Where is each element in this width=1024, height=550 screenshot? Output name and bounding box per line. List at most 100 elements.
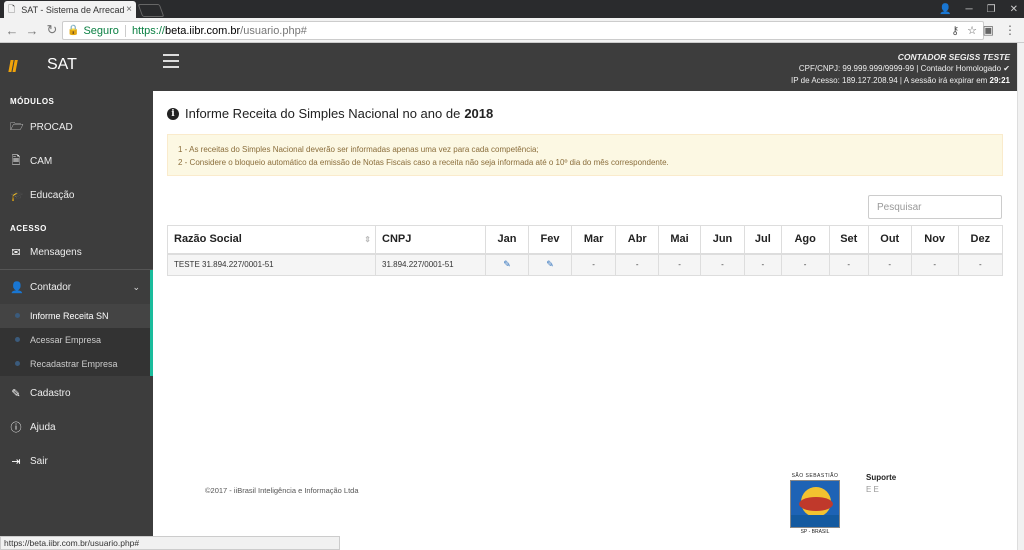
warning-alert: 1 - As receitas do Simples Nacional deve… xyxy=(167,134,1003,176)
contador-submenu: Informe Receita SN Acessar Empresa Recad… xyxy=(0,304,153,376)
user-document: CPF/CNPJ: 99.999.999/9999-99 | Contador … xyxy=(798,64,1010,73)
edit-icon: ✎ xyxy=(11,387,21,400)
sidebar-item-cam[interactable]: 🗎 CAM xyxy=(0,144,153,178)
sidebar-item-label: Mensagens xyxy=(30,246,82,258)
cell-jul: - xyxy=(744,253,782,276)
close-window-button[interactable]: ✕ xyxy=(1010,4,1018,15)
main-content: i Informe Receita do Simples Nacional no… xyxy=(153,91,1017,550)
sidebar: ıı SAT MÓDULOS 🗁 PROCAD 🗎 CAM 🎓 Educação… xyxy=(0,43,153,550)
hamburger-menu-icon[interactable] xyxy=(163,54,179,68)
browser-tab[interactable]: 🗋 SAT - Sistema de Arrecad × xyxy=(4,1,136,18)
file-pdf-icon: 🗎 xyxy=(11,154,21,167)
user-info: CONTADOR SEGISS TESTE CPF/CNPJ: 99.999.9… xyxy=(791,51,1010,87)
table-header-row: Razão Social ⇕ CNPJ Jan Fev Mar Abr Mai J… xyxy=(167,225,1004,255)
edit-fev-pencil-icon[interactable]: ✎ xyxy=(528,253,572,276)
sidebar-item-ajuda[interactable]: ⓘ Ajuda xyxy=(0,410,153,444)
page-scrollbar[interactable] xyxy=(1017,43,1024,550)
app-topbar: CONTADOR SEGISS TESTE CPF/CNPJ: 99.999.9… xyxy=(153,43,1024,91)
cell-razao-social: TESTE 31.894.227/0001-51 xyxy=(167,253,376,276)
section-acesso: ACESSO xyxy=(10,224,47,233)
sidebar-item-label: CAM xyxy=(30,155,53,167)
browser-status-url: https://beta.iibr.com.br/usuario.php# xyxy=(0,536,340,550)
sidebar-item-educacao[interactable]: 🎓 Educação xyxy=(0,178,153,212)
sidebar-item-contador[interactable]: 👤 Contador ⌄ xyxy=(0,270,153,304)
col-fev: Fev xyxy=(528,225,572,255)
cell-set: - xyxy=(828,253,869,276)
col-mar: Mar xyxy=(570,225,617,255)
sidebar-item-label: Educação xyxy=(30,189,75,201)
sidebar-item-sair[interactable]: ⇥ Sair xyxy=(0,444,153,478)
info-icon: i xyxy=(167,107,179,120)
table-row: TESTE 31.894.227/0001-51 31.894.227/0001… xyxy=(167,253,1004,276)
back-button[interactable]: ← xyxy=(2,23,22,38)
col-out: Out xyxy=(867,225,912,255)
submenu-item-informe-receita[interactable]: Informe Receita SN xyxy=(0,304,150,328)
logo-icon: ıı xyxy=(8,52,18,77)
col-razao-social[interactable]: Razão Social ⇕ xyxy=(167,225,376,255)
extension-icon[interactable]: ▣ xyxy=(983,23,994,37)
new-tab-button[interactable] xyxy=(137,4,165,17)
edit-jan-pencil-icon[interactable]: ✎ xyxy=(485,253,529,276)
brand-name: SAT xyxy=(47,56,77,73)
url-path: /usuario.php# xyxy=(240,24,307,37)
brand[interactable]: ıı SAT xyxy=(0,43,153,87)
page-icon: 🗋 xyxy=(8,3,16,14)
forward-button[interactable]: → xyxy=(22,23,42,38)
cell-cnpj: 31.894.227/0001-51 xyxy=(375,253,486,276)
key-icon[interactable]: ⚷ xyxy=(951,24,959,37)
user-name: CONTADOR SEGISS TESTE xyxy=(897,52,1010,62)
folder-open-icon: 🗁 xyxy=(10,120,24,133)
col-jun: Jun xyxy=(699,225,746,255)
address-bar: ← → ↻ 🔒 Seguro https:// beta.iibr.com.br… xyxy=(0,18,1024,43)
browser-tabbar: 🗋 SAT - Sistema de Arrecad × 👤 ─ ❐ ✕ xyxy=(0,0,1024,18)
sign-out-icon: ⇥ xyxy=(11,455,21,468)
cell-out: - xyxy=(867,253,912,276)
secure-label: Seguro xyxy=(83,24,126,37)
col-cnpj: CNPJ xyxy=(375,225,486,255)
support-links[interactable]: E E xyxy=(866,485,879,494)
reload-button[interactable]: ↻ xyxy=(42,22,62,38)
alert-line-2: 2 - Considere o bloqueio automático da e… xyxy=(178,158,669,167)
alert-line-1: 1 - As receitas do Simples Nacional deve… xyxy=(178,145,539,154)
cell-mar: - xyxy=(570,253,617,276)
minimize-button[interactable]: ─ xyxy=(966,4,973,15)
session-info: IP de Acesso: 189.127.208.94 | A sessão … xyxy=(791,75,1010,87)
sidebar-item-cadastro[interactable]: ✎ Cadastro xyxy=(0,376,153,410)
submenu-item-acessar-empresa[interactable]: Acessar Empresa xyxy=(0,328,150,352)
cell-abr: - xyxy=(615,253,660,276)
page-title-text: Informe Receita do Simples Nacional no a… xyxy=(185,106,461,121)
sidebar-item-mensagens[interactable]: ✉ Mensagens xyxy=(0,235,153,269)
cell-jun: - xyxy=(699,253,746,276)
sidebar-item-label: Cadastro xyxy=(30,387,71,399)
sidebar-item-label: Sair xyxy=(30,455,48,467)
cell-dez: - xyxy=(957,253,1004,276)
tab-title: SAT - Sistema de Arrecad xyxy=(21,4,125,15)
ip-info: IP de Acesso: 189.127.208.94 | A sessão … xyxy=(791,76,990,85)
seal-emblem xyxy=(790,480,840,528)
city-seal-logo: SÃO SEBASTIÃO SP - BRASIL xyxy=(789,473,841,539)
col-mai: Mai xyxy=(658,225,701,255)
revenue-table: Razão Social ⇕ CNPJ Jan Fev Mar Abr Mai J… xyxy=(167,225,1004,276)
url-scheme: https:// xyxy=(131,24,165,37)
maximize-button[interactable]: ❐ xyxy=(987,4,996,15)
browser-menu-icon[interactable]: ⋮ xyxy=(1004,23,1016,37)
profile-icon[interactable]: 👤 xyxy=(939,4,951,15)
bookmark-star-icon[interactable]: ☆ xyxy=(967,24,977,37)
url-input[interactable]: 🔒 Seguro https:// beta.iibr.com.br /usua… xyxy=(62,21,984,40)
url-host: beta.iibr.com.br xyxy=(164,24,241,37)
col-set: Set xyxy=(828,225,869,255)
page-title: i Informe Receita do Simples Nacional no… xyxy=(167,106,493,121)
submenu-item-recadastrar-empresa[interactable]: Recadastrar Empresa xyxy=(0,352,150,376)
col-jan: Jan xyxy=(485,225,529,255)
search-input[interactable] xyxy=(868,195,1002,219)
sort-icon: ⇕ xyxy=(364,235,371,244)
sidebar-item-label: PROCAD xyxy=(30,121,73,133)
footer-copyright: ©2017 - iiBrasil Inteligência e Informaç… xyxy=(205,486,359,495)
tab-close-icon[interactable]: × xyxy=(126,4,132,15)
page-title-year: 2018 xyxy=(464,106,494,121)
graduation-cap-icon: 🎓 xyxy=(10,189,24,202)
support-title: Suporte xyxy=(866,473,897,482)
col-jul: Jul xyxy=(744,225,782,255)
sidebar-item-procad[interactable]: 🗁 PROCAD xyxy=(0,110,153,144)
info-circle-icon: ⓘ xyxy=(10,422,22,434)
